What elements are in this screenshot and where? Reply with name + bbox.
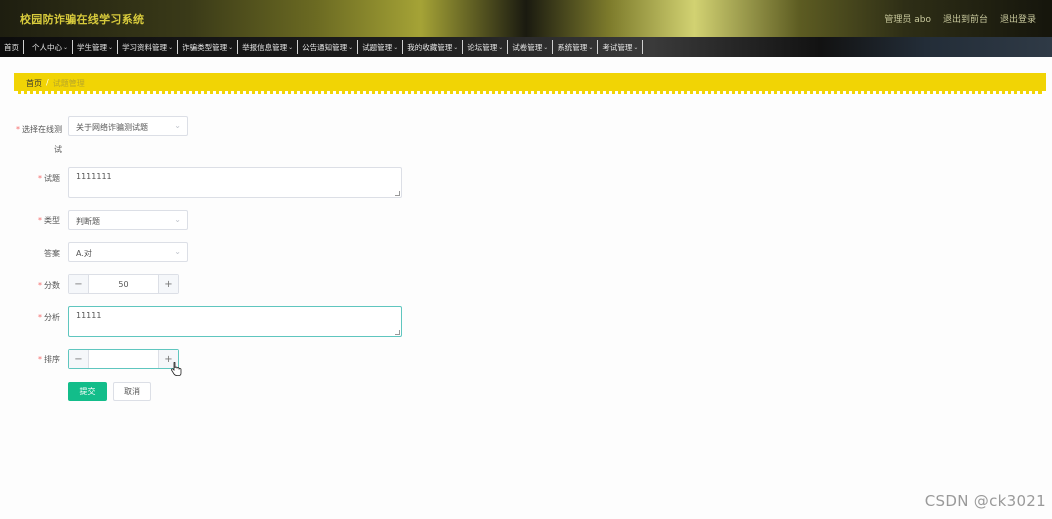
chevron-down-icon: ⌄ xyxy=(288,43,294,51)
breadcrumb-home[interactable]: 首页 xyxy=(26,78,42,89)
type-select-value: 判断题 xyxy=(76,217,100,226)
chevron-down-icon: ⌄ xyxy=(174,247,181,256)
minus-icon[interactable]: − xyxy=(69,275,89,293)
breadcrumb: 首页 / 试题管理 xyxy=(26,78,85,89)
csdn-watermark: CSDN @ck3021 xyxy=(924,492,1046,510)
question-textarea[interactable]: 1111111 xyxy=(68,167,402,198)
nav-item-label: 公告通知管理 xyxy=(302,42,348,52)
nav-item-label: 举报信息管理 xyxy=(242,42,288,52)
required-mark: * xyxy=(38,174,42,183)
analysis-textarea[interactable]: 11111 xyxy=(68,306,402,337)
breadcrumb-current: 试题管理 xyxy=(52,79,85,88)
nav-item-label: 首页 xyxy=(4,42,19,52)
nav-item-exam-paper[interactable]: 试卷管理 ⌄ xyxy=(508,40,554,54)
chevron-down-icon: ⌄ xyxy=(453,43,459,51)
exam-field-label-text: 选择在线测试 xyxy=(22,125,62,154)
nav-item-question[interactable]: 试题管理 ⌄ xyxy=(358,40,404,54)
chevron-down-icon: ⌄ xyxy=(63,43,69,51)
chevron-down-icon: ⌄ xyxy=(174,121,181,130)
plus-icon[interactable]: + xyxy=(158,275,178,293)
answer-select[interactable]: A.对 ⌄ xyxy=(68,242,188,262)
chevron-down-icon: ⌄ xyxy=(108,43,114,51)
header-links: 管理员 abo 退出到前台 退出登录 xyxy=(884,12,1036,25)
chevron-down-icon: ⌄ xyxy=(393,43,399,51)
logout-link[interactable]: 退出登录 xyxy=(1000,12,1036,25)
nav-item-label: 论坛管理 xyxy=(467,42,498,52)
required-mark: * xyxy=(38,313,42,322)
type-field-label: * 类型 xyxy=(12,215,60,226)
nav-item-label: 试题管理 xyxy=(362,42,393,52)
score-field-label: * 分数 xyxy=(12,280,60,291)
nav-item-system[interactable]: 系统管理 ⌄ xyxy=(553,40,599,54)
required-mark: * xyxy=(16,125,20,134)
nav-item-notice[interactable]: 公告通知管理 ⌄ xyxy=(298,40,359,54)
resize-handle-icon[interactable] xyxy=(395,330,400,335)
chevron-down-icon: ⌄ xyxy=(498,43,504,51)
type-field-label-text: 类型 xyxy=(44,216,60,225)
order-stepper[interactable]: − + xyxy=(68,349,179,369)
nav-item-label: 试卷管理 xyxy=(512,42,543,52)
exam-select[interactable]: 关于网络诈骗测试题 ⌄ xyxy=(68,116,188,136)
nav-item-label: 诈骗类型管理 xyxy=(182,42,228,52)
nav-item-forum[interactable]: 论坛管理 ⌄ xyxy=(463,40,509,54)
analysis-field-label: * 分析 xyxy=(12,312,60,323)
nav-item-label: 我的收藏管理 xyxy=(407,42,453,52)
nav-item-student[interactable]: 学生管理 ⌄ xyxy=(73,40,119,54)
cancel-button[interactable]: 取消 xyxy=(113,382,151,401)
required-mark: * xyxy=(38,281,42,290)
required-mark: * xyxy=(38,355,42,364)
nav-item-report[interactable]: 举报信息管理 ⌄ xyxy=(238,40,299,54)
order-value[interactable] xyxy=(89,350,158,368)
chevron-down-icon: ⌄ xyxy=(228,43,234,51)
chevron-down-icon: ⌄ xyxy=(633,43,639,51)
question-field-label-text: 试题 xyxy=(44,174,60,183)
order-field-label: * 排序 xyxy=(12,354,60,365)
nav-item-label: 学习资料管理 xyxy=(122,42,168,52)
nav-item-personal-center[interactable]: 个人中心 ⌄ xyxy=(28,40,74,54)
chevron-down-icon: ⌄ xyxy=(588,43,594,51)
nav-item-fraud-type[interactable]: 诈骗类型管理 ⌄ xyxy=(178,40,239,54)
nav-item-study-material[interactable]: 学习资料管理 ⌄ xyxy=(118,40,179,54)
nav-item-exam[interactable]: 考试管理 ⌄ xyxy=(598,40,644,54)
chevron-down-icon: ⌄ xyxy=(168,43,174,51)
minus-icon[interactable]: − xyxy=(69,350,89,368)
submit-button[interactable]: 提交 xyxy=(68,382,107,401)
answer-field-label-text: 答案 xyxy=(44,249,60,258)
app-title: 校园防诈骗在线学习系统 xyxy=(20,13,145,26)
score-field-label-text: 分数 xyxy=(44,281,60,290)
chevron-down-icon: ⌄ xyxy=(348,43,354,51)
breadcrumb-bar: 首页 / 试题管理 xyxy=(14,73,1046,94)
top-header: 校园防诈骗在线学习系统 管理员 abo 退出到前台 退出登录 xyxy=(0,0,1052,37)
nav-item-label: 个人中心 xyxy=(32,42,62,52)
nav-item-home[interactable]: 首页 xyxy=(0,40,24,54)
nav-item-label: 系统管理 xyxy=(557,42,588,52)
nav-item-favorites[interactable]: 我的收藏管理 ⌄ xyxy=(403,40,464,54)
chevron-down-icon: ⌄ xyxy=(543,43,549,51)
analysis-textarea-value: 11111 xyxy=(76,311,102,320)
answer-select-value: A.对 xyxy=(76,249,92,258)
hand-cursor-icon xyxy=(171,362,182,376)
nav-item-label: 考试管理 xyxy=(602,42,633,52)
exam-field-label: * 选择在线测试 xyxy=(12,120,62,160)
exam-select-value: 关于网络诈骗测试题 xyxy=(76,123,148,132)
nav-item-label: 学生管理 xyxy=(77,42,108,52)
type-select[interactable]: 判断题 ⌄ xyxy=(68,210,188,230)
answer-field-label: 答案 xyxy=(12,248,60,259)
resize-handle-icon[interactable] xyxy=(395,191,400,196)
back-to-front-link[interactable]: 退出到前台 xyxy=(943,12,988,25)
chevron-down-icon: ⌄ xyxy=(174,215,181,224)
order-field-label-text: 排序 xyxy=(44,355,60,364)
breadcrumb-separator: / xyxy=(46,78,49,87)
score-value[interactable]: 50 xyxy=(89,275,158,293)
main-nav: 首页 个人中心 ⌄ 学生管理 ⌄ 学习资料管理 ⌄ 诈骗类型管理 ⌄ 举报信息管理 ⌄ 公… xyxy=(0,37,1052,57)
admin-user-label: 管理员 abo xyxy=(884,15,931,25)
question-field-label: * 试题 xyxy=(12,173,60,184)
question-textarea-value: 1111111 xyxy=(76,172,112,181)
analysis-field-label-text: 分析 xyxy=(44,313,60,322)
required-mark: * xyxy=(38,216,42,225)
score-stepper[interactable]: − 50 + xyxy=(68,274,179,294)
